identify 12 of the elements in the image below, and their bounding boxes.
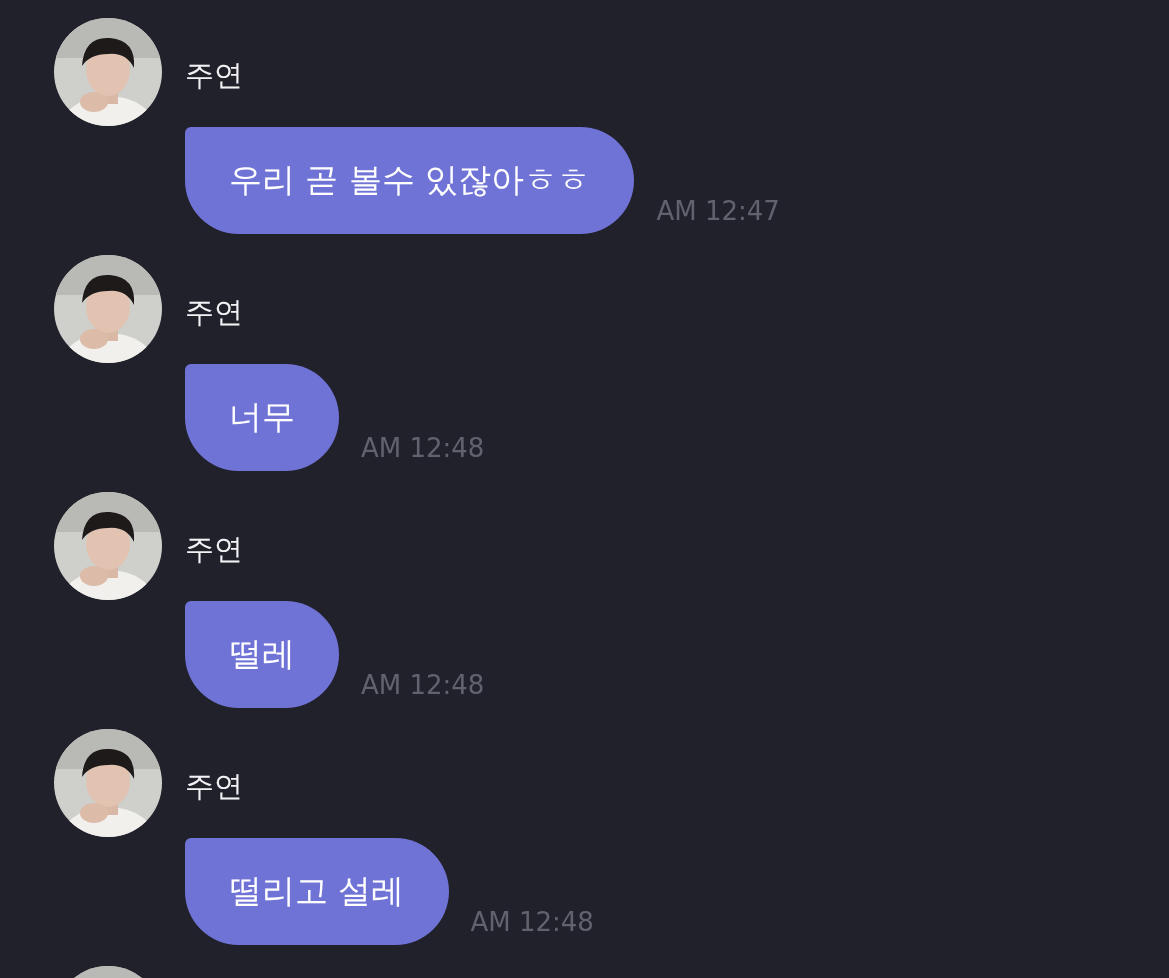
message-time: AM 12:48 bbox=[361, 670, 485, 700]
message-bubble: 떨레 bbox=[185, 601, 339, 708]
sender-name: 주연 bbox=[185, 294, 243, 331]
message-bubble: 너무 bbox=[185, 364, 339, 471]
sender-name: 주연 bbox=[185, 531, 243, 568]
message-time: AM 12:48 bbox=[361, 433, 485, 463]
message-time: AM 12:48 bbox=[470, 907, 594, 937]
sender-name: 주연 bbox=[185, 57, 243, 94]
sender-name: 주연 bbox=[185, 768, 243, 805]
message-bubble: 우리 곧 볼수 있잖아ㅎㅎ bbox=[185, 127, 635, 234]
message-time: AM 12:47 bbox=[656, 196, 780, 226]
message-bubble: 떨리고 설레 bbox=[185, 838, 449, 945]
